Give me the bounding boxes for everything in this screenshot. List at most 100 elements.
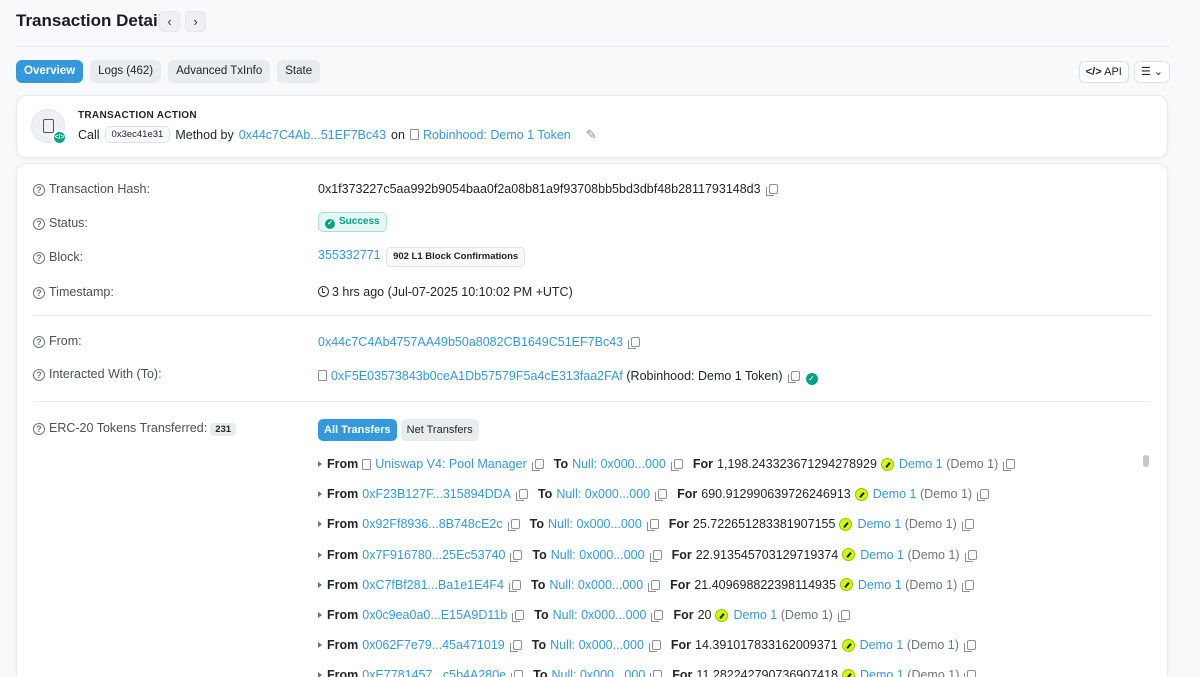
transfer-to-link[interactable]: Null: 0x000...000 [548,517,642,531]
token-link[interactable]: Demo 1 [857,517,901,531]
expand-icon[interactable] [318,461,322,467]
block-link[interactable]: 355332771 [318,248,381,262]
from-address-link[interactable]: 0x44c7C4Ab4757AA49b50a8082CB1649C51EF7Bc… [318,335,623,349]
token-link[interactable]: Demo 1 [860,548,904,562]
transfer-from-link[interactable]: 0xC7fBf281...Ba1e1E4F4 [362,578,504,592]
help-icon[interactable]: ? [33,369,45,381]
api-button[interactable]: </> API [1078,61,1129,83]
copy-icon[interactable] [515,489,528,502]
transfer-from-link[interactable]: 0x7F916780...25Ec53740 [362,548,505,562]
copy-icon[interactable] [837,610,850,622]
expand-icon[interactable] [318,642,322,649]
transfer-to-link[interactable]: Null: 0x000...000 [549,578,643,592]
help-icon[interactable]: ? [33,423,45,435]
transfer-amount: 21.409698822398114935 [694,577,836,592]
transfer-to-link[interactable]: Null: 0x000...000 [550,638,644,652]
prev-tx-button[interactable]: ‹ [159,11,180,32]
copy-icon[interactable] [765,184,778,196]
transfer-to-link[interactable]: Null: 0x000...000 [556,487,650,501]
token-link[interactable]: Demo 1 [899,457,943,471]
transfer-from-link[interactable]: 0x92Ff8936...8B748cE2c [362,517,502,531]
copy-icon[interactable] [963,640,976,653]
to-label: To [531,638,547,653]
transfer-to-link[interactable]: Null: 0x000...000 [553,608,647,622]
expand-icon[interactable] [318,521,322,528]
copy-icon[interactable] [964,549,977,562]
token-link[interactable]: Demo 1 [733,608,777,622]
help-icon[interactable]: ? [33,252,45,264]
copy-icon[interactable] [512,610,525,622]
copy-icon[interactable] [651,610,664,622]
for-label: For [668,517,689,532]
transfer-from-link[interactable]: Uniswap V4: Pool Manager [375,457,526,471]
contract-link[interactable]: Robinhood: Demo 1 Token [423,128,571,142]
copy-icon[interactable] [507,519,520,532]
transfer-to-link[interactable]: Null: 0x000...000 [551,668,645,677]
token-symbol: (Demo 1) [907,668,960,677]
copy-icon[interactable] [648,640,661,653]
tab-overview[interactable]: Overview [16,60,84,83]
from-label: From [327,517,359,532]
copy-icon[interactable] [650,670,663,677]
net-transfers-button[interactable]: Net Transfers [400,419,479,441]
edit-icon[interactable]: ✎ [586,127,597,143]
token-link[interactable]: Demo 1 [873,487,917,501]
transfer-to-link[interactable]: Null: 0x000...000 [551,548,645,562]
transfer-from-link[interactable]: 0x062F7e79...45a471019 [362,638,505,652]
copy-icon[interactable] [961,519,974,532]
transfer-from-link[interactable]: 0x0c9ea0a0...E15A9D11b [362,608,507,622]
copy-icon[interactable] [509,579,522,592]
copy-icon[interactable] [510,549,523,562]
expand-icon[interactable] [318,672,322,677]
for-label: For [672,668,693,677]
to-address-link[interactable]: 0xF5E03573843b0ceA1Db57579F5a4cE313faa2F… [331,369,623,383]
transfer-from-link[interactable]: 0xE7781457...c5b4A280e [362,668,506,677]
next-tx-button[interactable]: › [185,11,206,32]
help-icon[interactable]: ? [33,336,45,348]
expand-icon[interactable] [318,551,322,558]
copy-icon[interactable] [509,640,522,653]
view-options-button[interactable]: ☰ ⌄ [1133,61,1170,83]
copy-icon[interactable] [649,549,662,562]
transfer-to-link[interactable]: Null: 0x000...000 [572,457,666,471]
toolbar: </> API ☰ ⌄ [1078,61,1170,83]
copy-icon[interactable] [964,670,977,677]
help-icon[interactable]: ? [33,218,45,230]
tab-advanced-txinfo[interactable]: Advanced TxInfo [168,60,271,83]
copy-icon[interactable] [648,579,661,592]
from-label: From [327,547,359,562]
transfer-amount: 14.391017833162009371 [695,638,838,653]
to-label: To [531,577,546,592]
demo-token-icon [715,608,729,622]
expand-icon[interactable] [318,612,322,618]
transfer-from-link[interactable]: 0xF23B127F...315894DDA [362,487,511,501]
tab-state[interactable]: State [277,60,321,83]
copy-icon[interactable] [977,489,990,502]
expand-icon[interactable] [318,581,322,588]
copy-icon[interactable] [787,371,800,383]
tab-logs[interactable]: Logs (462) [90,60,162,83]
transaction-action-card: </> TRANSACTION ACTION Call 0x3ec41e31 M… [16,95,1168,158]
demo-token-icon [854,487,868,501]
copy-icon[interactable] [646,519,659,532]
help-icon[interactable]: ? [33,287,45,299]
token-link[interactable]: Demo 1 [858,578,902,592]
copy-icon[interactable] [655,489,668,502]
method-id-badge[interactable]: 0x3ec41e31 [104,126,171,143]
all-transfers-button[interactable]: All Transfers [318,419,397,441]
copy-icon[interactable] [1003,459,1016,471]
timestamp-label: ? Timestamp: [33,285,114,299]
copy-icon[interactable] [511,670,524,677]
token-link[interactable]: Demo 1 [860,638,904,652]
token-link[interactable]: Demo 1 [860,668,904,677]
copy-icon[interactable] [628,337,641,349]
transfers-scrollbar[interactable] [1143,455,1149,467]
help-icon[interactable]: ? [33,184,45,196]
copy-icon[interactable] [670,459,683,471]
to-contract-name: (Robinhood: Demo 1 Token) [626,369,783,383]
copy-icon[interactable] [962,579,975,592]
api-label: API [1104,66,1122,78]
copy-icon[interactable] [531,459,544,471]
expand-icon[interactable] [318,491,322,498]
caller-address-link[interactable]: 0x44c7C4Ab...51EF7Bc43 [239,128,386,142]
